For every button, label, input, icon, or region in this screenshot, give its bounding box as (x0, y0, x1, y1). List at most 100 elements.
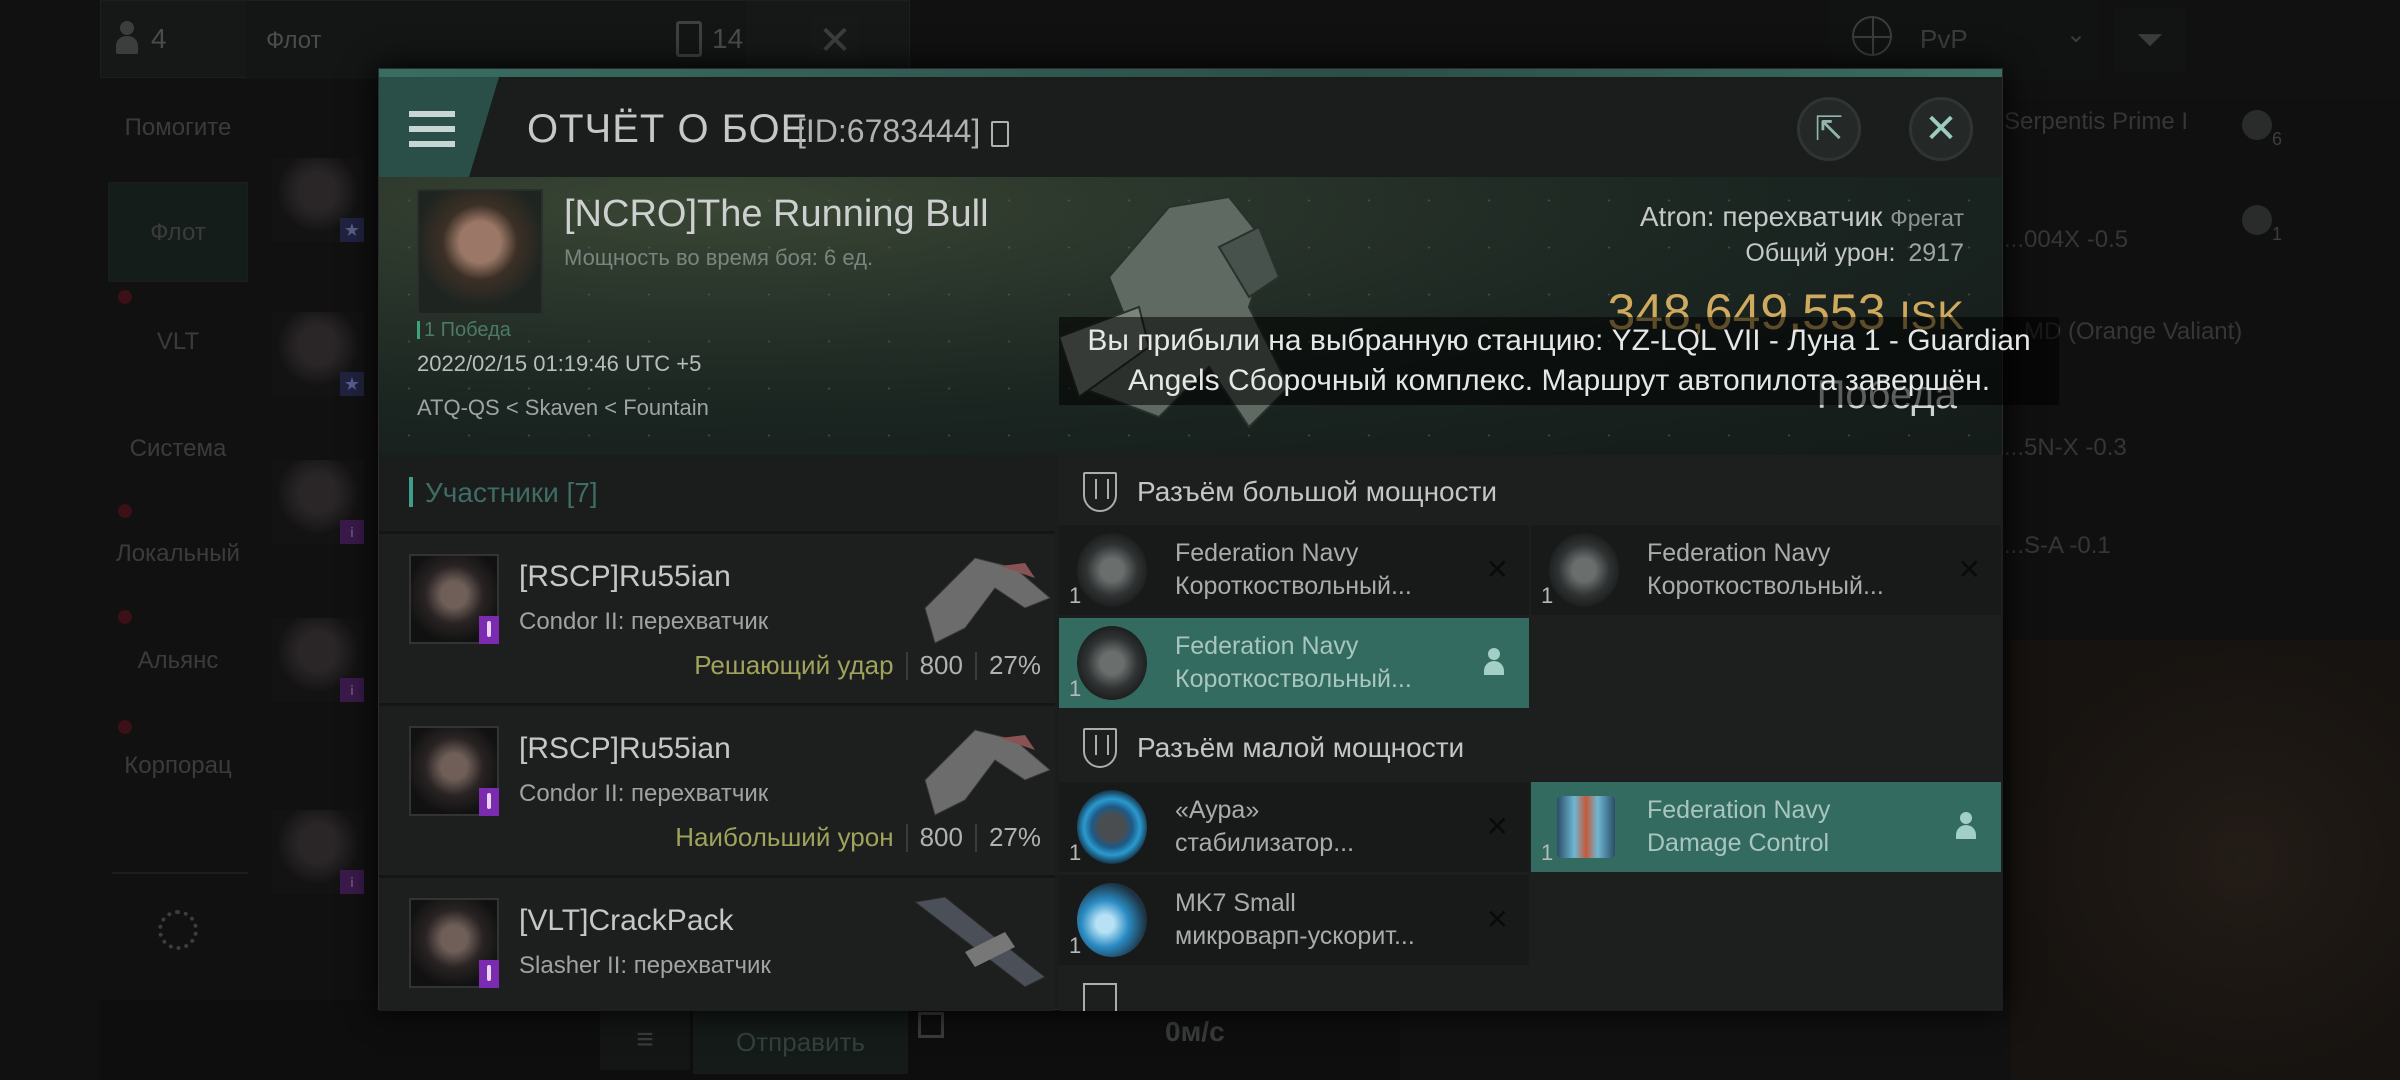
battle-report-dialog: ОТЧЁТ О БОЕ [ID:6783444] ⇱ ✕ [NCRO]The R… (378, 68, 2059, 1011)
star-icon: ★ (340, 372, 364, 396)
overview-item[interactable]: ...5N-X -0.3 (2004, 434, 2127, 462)
menu-button[interactable] (379, 77, 499, 177)
victim-name[interactable]: [NCRO]The Running Bull (564, 193, 989, 236)
report-id: [ID:6783444] (797, 113, 981, 149)
participant-row[interactable]: [VLT]CrackPack Slasher II: перехватчик (379, 875, 1055, 1011)
high-slots-title: Разъём большой мощности (1137, 476, 1498, 507)
sidebar-item-system[interactable]: Система (108, 435, 248, 463)
module-name: Federation Navy Damage Control (1647, 796, 1831, 857)
destroyed-icon: ✕ (1485, 554, 1509, 585)
chat-input-bar: ≡ Отправить 0м/с (100, 1000, 1400, 1080)
chat-member-avatar[interactable]: ★ (272, 312, 364, 396)
divider (112, 872, 248, 874)
damage-control-icon (1557, 796, 1615, 858)
microwarpdrive-icon (1077, 883, 1147, 957)
destroyed-icon: ✕ (1485, 904, 1509, 935)
participant-avatar[interactable] (409, 554, 499, 644)
ship-class: Фрегат (1890, 205, 1964, 231)
chevron-down-icon: ⌄ (2066, 21, 2087, 48)
destroyed-icon: ✕ (1957, 554, 1981, 585)
participant-ship: Slasher II: перехватчик (519, 952, 771, 979)
module-qty: 1 (1541, 583, 1554, 608)
sidebar-item-help[interactable]: Помогите (108, 114, 248, 142)
module-item[interactable]: 1 Federation Navy Короткоствольный... ✕ (1531, 525, 2001, 615)
chat-close-button[interactable]: ✕ (811, 17, 859, 65)
fleet-members-count[interactable]: 4 (115, 21, 167, 57)
chat-member-avatar[interactable]: ★ (272, 158, 364, 242)
unread-dot (118, 610, 132, 624)
ship-speed: 0м/с (1165, 1016, 1225, 1047)
module-item[interactable]: 1 Federation Navy Короткоствольный... ✕ (1059, 525, 1529, 615)
autopilot-notification: Вы прибыли на выбранную станцию: YZ-LQL … (1059, 317, 2059, 405)
destroyed-icon: ✕ (1485, 811, 1509, 842)
chat-top-bar: 4 Флот 14 ✕ (100, 0, 910, 79)
low-slots-title: Разъём малой мощности (1137, 732, 1465, 763)
participant-stats: Наибольший урон 800 27% (675, 822, 1041, 853)
module-name: MK7 Small микроварп-ускорит... (1175, 889, 1415, 950)
total-damage-value: 2917 (1908, 239, 1964, 267)
close-button[interactable]: ✕ (1909, 97, 1973, 161)
station-icon: 1 (2242, 205, 2282, 244)
victim-wins: 1 Победа (417, 319, 511, 342)
share-button[interactable]: ⇱ (1797, 97, 1861, 161)
module-item[interactable]: 1 Federation Navy Damage Control (1531, 782, 2001, 872)
participant-name: [VLT]CrackPack (519, 904, 734, 937)
planet-count: 6 (2271, 129, 2282, 149)
participant-ship-image (924, 557, 1051, 644)
participant-avatar[interactable] (409, 898, 499, 988)
participant-damage: 800 (919, 822, 963, 852)
victim-avatar[interactable] (417, 189, 543, 315)
sidebar-item-fleet[interactable]: Флот (108, 182, 248, 282)
external-link-icon: ⇱ (1814, 110, 1844, 148)
chat-channel-sidebar: Помогите Флот VLT Система Локальный Алья… (100, 80, 250, 980)
participants-count: [7] (566, 477, 598, 508)
blaster-icon (1549, 533, 1619, 607)
module-qty: 1 (1069, 676, 1082, 701)
menu-icon[interactable]: ≡ (600, 1010, 690, 1070)
participants-panel: Участники [7] [RSCP]Ru55ian Condor II: п… (379, 455, 1055, 1011)
participant-percent: 27% (988, 650, 1041, 680)
participant-name: [RSCP]Ru55ian (519, 732, 731, 765)
sidebar-item-local[interactable]: Локальный (108, 540, 248, 568)
sidebar-item-vlt[interactable]: VLT (108, 328, 248, 356)
participants-header: Участники [7] (379, 455, 1055, 531)
victim-ship-type: Atron: перехватчик Фрегат (1640, 201, 1964, 233)
participant-ship-image (924, 729, 1051, 816)
send-button[interactable]: Отправить (693, 1010, 908, 1074)
chat-member-avatar[interactable]: i (272, 810, 364, 894)
sidebar-item-alliance[interactable]: Альянс (108, 647, 248, 675)
participant-avatar[interactable] (409, 726, 499, 816)
high-slot-icon (1083, 472, 1117, 512)
blaster-icon (1077, 533, 1147, 607)
module-name: Federation Navy Короткоствольный... (1175, 632, 1412, 693)
overview-item[interactable]: ...004X -0.5 (2004, 226, 2128, 254)
participant-ship: Condor II: перехватчик (519, 780, 769, 807)
sidebar-item-corporation[interactable]: Корпорац (108, 752, 248, 780)
chat-member-avatar[interactable]: i (272, 460, 364, 544)
module-item[interactable]: 1 MK7 Small микроварп-ускорит... ✕ (1059, 875, 1529, 965)
copy-icon[interactable] (991, 121, 1009, 147)
person-icon (115, 21, 139, 57)
module-item[interactable]: 1 Federation Navy Короткоствольный... (1059, 618, 1529, 708)
battle-location[interactable]: ATQ-QS < Skaven < Fountain (417, 395, 709, 421)
overview-item[interactable]: ...S-A -0.1 (2004, 532, 2111, 560)
low-slots-header: Разъём малой мощности (1083, 723, 1464, 773)
overview-item[interactable]: Serpentis Prime I (2004, 108, 2188, 136)
participant-row[interactable]: [RSCP]Ru55ian Condor II: перехватчик Наи… (379, 703, 1055, 875)
module-item[interactable]: 1 «Аура» стабилизатор... ✕ (1059, 782, 1529, 872)
fittings-panel: Разъём большой мощности 1 Federation Nav… (1059, 455, 2003, 1011)
space-view (2010, 640, 2400, 1080)
screenshot-icon[interactable] (918, 1012, 944, 1038)
chat-member-avatar[interactable]: i (272, 618, 364, 702)
filter-icon[interactable]: ⏷ (2115, 8, 2185, 72)
gear-icon[interactable] (158, 910, 198, 950)
module-qty: 1 (1541, 840, 1554, 865)
victim-power: Мощность во время боя: 6 ед. (564, 245, 874, 270)
user-count: 4 (151, 23, 167, 54)
medium-slot-icon (1083, 983, 1117, 1011)
participant-role: Решающий удар (694, 650, 894, 680)
messages-counter[interactable]: 14 (676, 21, 743, 57)
crosshair-icon (1852, 16, 1892, 56)
participant-row[interactable]: [RSCP]Ru55ian Condor II: перехватчик Реш… (379, 531, 1055, 703)
module-name: Federation Navy Короткоствольный... (1175, 539, 1412, 600)
